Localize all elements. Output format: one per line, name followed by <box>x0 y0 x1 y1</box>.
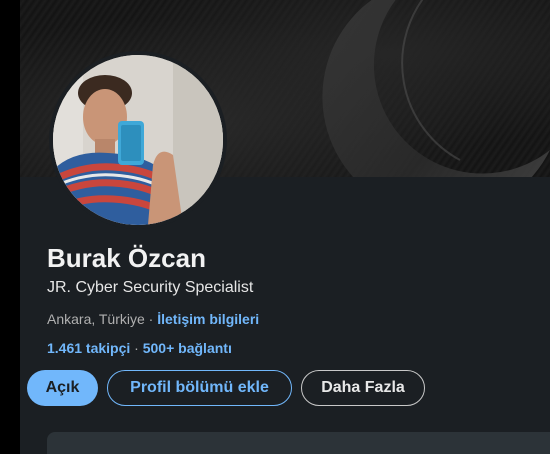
page-gutter <box>0 0 20 454</box>
avatar[interactable] <box>53 55 223 225</box>
followers-link[interactable]: 1.461 takipçi <box>47 340 130 356</box>
open-to-work-panel <box>47 432 550 454</box>
avatar-ring[interactable] <box>49 51 227 229</box>
more-button[interactable]: Daha Fazla <box>301 370 425 406</box>
location-separator: · <box>148 311 154 327</box>
add-profile-section-button[interactable]: Profil bölümü ekle <box>107 370 292 406</box>
profile-name: Burak Özcan <box>47 243 206 273</box>
contact-info-link[interactable]: İletişim bilgileri <box>157 311 259 327</box>
avatar-photo <box>53 55 223 225</box>
profile-headline: JR. Cyber Security Specialist <box>47 279 254 296</box>
connections-link[interactable]: 500+ bağlantı <box>143 340 232 356</box>
location-row: Ankara, Türkiye · İletişim bilgileri <box>47 311 259 327</box>
location-text: Ankara, Türkiye <box>47 311 145 327</box>
stats-row: 1.461 takipçi · 500+ bağlantı <box>47 340 232 356</box>
open-to-button[interactable]: Açık <box>27 370 98 406</box>
stats-separator: · <box>134 340 139 356</box>
